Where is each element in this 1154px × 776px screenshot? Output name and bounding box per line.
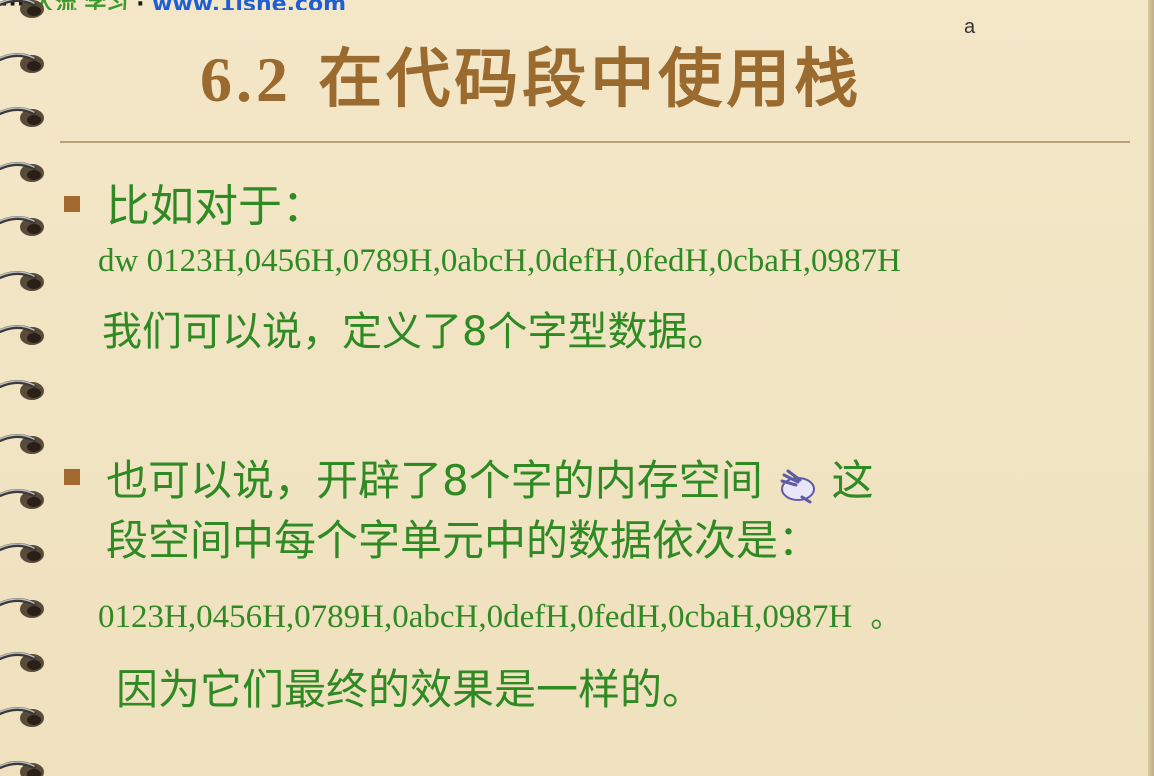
item1-heading: 比如对于： [106,181,326,232]
spiral-ring-icon [0,372,50,406]
item2-line2: 段空间中每个字单元中的数据依次是： [106,516,821,565]
slide-title: 6.2 在代码段中使用栈 [200,28,862,120]
spiral-ring-icon [0,99,50,133]
hand-pointer-icon [776,466,818,503]
bullet-square [64,469,80,485]
spiral-ring-icon [0,481,50,515]
item1-line: 我们可以说，定义了8个字型数据。 [102,309,728,355]
item2-values-tail: 。 [870,600,901,635]
spiral-ring-icon [0,263,50,297]
item2-values: 0123H,0456H,0789H,0abcH,0defH,0fedH,0cba… [98,592,901,636]
spiral-ring-icon [0,0,50,24]
spiral-ring-icon [0,753,50,776]
title-number: 6.2 [200,44,292,115]
item2-conclusion: 因为它们最终的效果是一样的。 [116,665,705,714]
spiral-ring-icon [0,644,50,678]
spiral-ring-icon [0,317,50,351]
item2-line1-text: 也可以说，开辟了8个字的内存空间 [106,456,763,505]
item2-values-text: 0123H,0456H,0789H,0abcH,0defH,0fedH,0cba… [98,599,853,635]
item2-line1: 也可以说，开辟了8个字的内存空间 这 [106,447,873,508]
corner-mark: a [964,16,976,38]
spiral-ring-icon [0,535,50,569]
banner-url: www.1ishe.com [152,0,346,10]
spiral-ring-icon [0,699,50,733]
spiral-ring-icon [0,208,50,242]
top-banner: ··· 人流 学习 · www.1ishe.com [0,0,900,10]
item1-code: dw 0123H,0456H,0789H,0abcH,0defH,0fedH,0… [98,243,901,279]
spiral-ring-icon [0,45,50,79]
spiral-ring-icon [0,154,50,188]
title-divider [60,141,1130,143]
title-text: 在代码段中使用栈 [318,43,863,117]
spiral-ring-icon [0,590,50,624]
banner-separator: · [136,0,144,10]
slide-page: ··· 人流 学习 · www.1ishe.com a 6.2 在代码段中使用栈… [0,0,1154,776]
bullet-square [64,196,80,212]
spiral-ring-icon [0,426,50,460]
spiral-binding [0,0,52,776]
page-edge [1148,0,1154,776]
item2-line1-tail: 这 [831,456,874,505]
